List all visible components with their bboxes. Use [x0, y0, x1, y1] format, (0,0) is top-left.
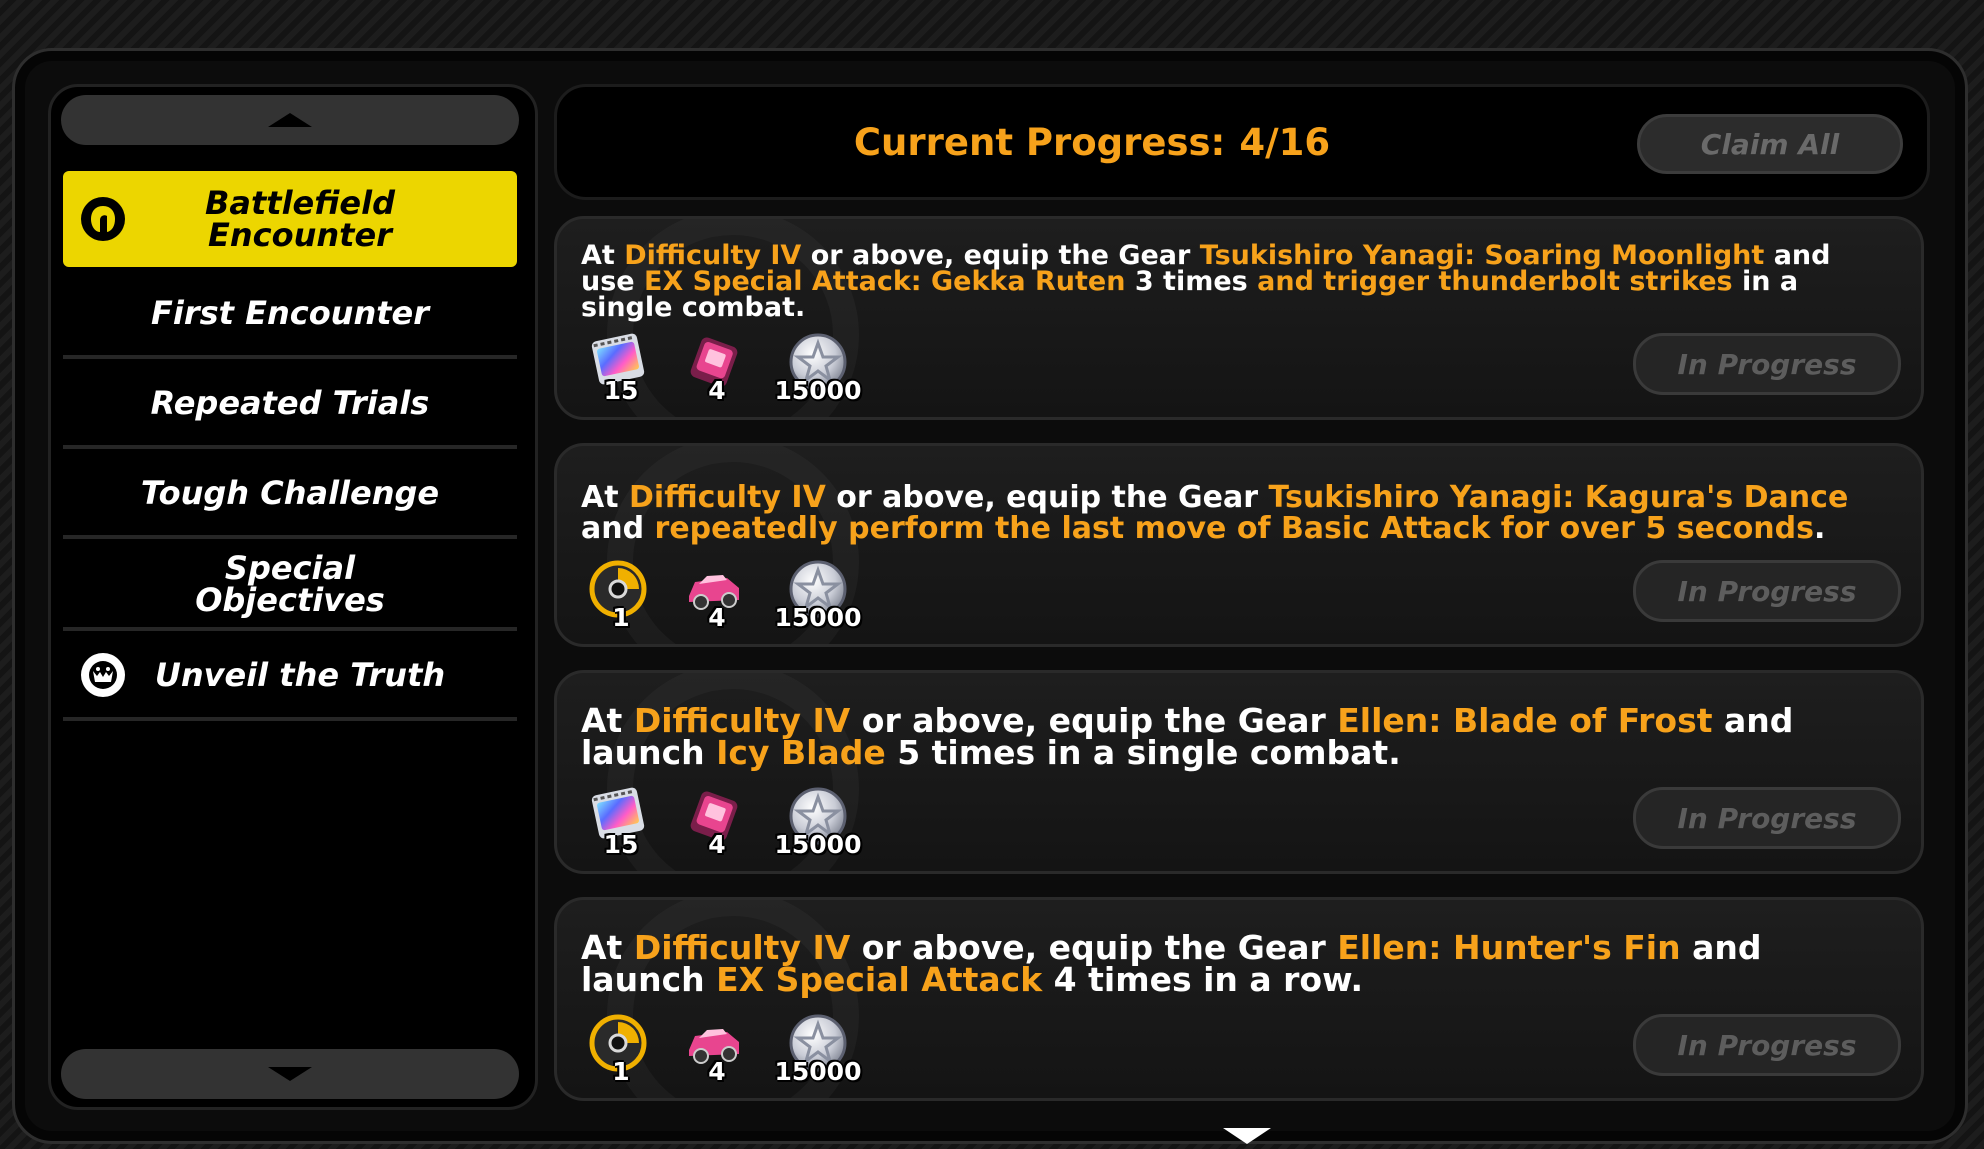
- sidebar-item-label: Battlefield Encounter: [204, 184, 395, 254]
- sidebar-item-label: Repeated Trials: [150, 384, 430, 422]
- sidebar-item-label: Unveil the Truth: [154, 656, 446, 694]
- reward-list: 15 4 15000: [581, 331, 901, 405]
- sidebar-item-label: Special Objectives: [195, 549, 385, 619]
- sidebar-item-repeated-trials[interactable]: Repeated Trials: [63, 361, 517, 449]
- reward-list: 1 4 15000: [581, 558, 901, 632]
- scroll-down-button[interactable]: [61, 1049, 519, 1099]
- mission-description: At Difficulty IV or above, equip the Gea…: [581, 242, 1881, 321]
- mission-card: At Difficulty IV or above, equip the Gea…: [554, 443, 1924, 647]
- reward-item[interactable]: 1: [581, 558, 661, 632]
- reward-item[interactable]: 4: [677, 558, 757, 632]
- description-text: 5 times in a single combat.: [885, 733, 1401, 772]
- reward-list: 15 4 15000: [581, 785, 901, 859]
- description-text: .: [1814, 511, 1826, 546]
- monster-face-icon: [81, 653, 125, 697]
- reward-quantity: 15000: [774, 376, 862, 405]
- mission-card: At Difficulty IV or above, equip the Gea…: [554, 216, 1924, 420]
- claim-all-button[interactable]: Claim All: [1637, 114, 1903, 174]
- reward-item[interactable]: 15: [581, 331, 661, 405]
- reward-item[interactable]: 4: [677, 331, 757, 405]
- sidebar-item-tough-challenge[interactable]: Tough Challenge: [63, 451, 517, 539]
- reward-list: 1 4 15000: [581, 1012, 901, 1086]
- description-text: 4 times in a row.: [1042, 960, 1364, 999]
- highlight-text: EX Special Attack: [716, 960, 1043, 999]
- reward-item[interactable]: 15000: [773, 1012, 863, 1086]
- highlight-text: repeatedly perform the last move of Basi…: [654, 511, 1814, 546]
- reward-quantity: 15: [603, 376, 639, 405]
- progress-label: Current Progress:: [853, 120, 1226, 164]
- reward-quantity: 4: [708, 1057, 726, 1086]
- mission-description: At Difficulty IV or above, equip the Gea…: [581, 704, 1881, 772]
- reward-quantity: 4: [708, 830, 726, 859]
- progress-value: 4/16: [1239, 120, 1331, 164]
- description-text: At: [581, 480, 630, 515]
- description-text: or above, equip the Gear: [825, 480, 1269, 515]
- status-button[interactable]: In Progress: [1633, 560, 1901, 622]
- mission-card: At Difficulty IV or above, equip the Gea…: [554, 897, 1924, 1101]
- chevron-down-icon: [268, 1067, 312, 1081]
- reward-item[interactable]: 4: [677, 1012, 757, 1086]
- reward-quantity: 15000: [774, 603, 862, 632]
- progress-summary: Current Progress: 4/16: [557, 87, 1627, 197]
- category-sidebar: Battlefield Encounter First Encounter Re…: [48, 84, 538, 1110]
- reward-quantity: 4: [708, 376, 726, 405]
- sidebar-item-label: First Encounter: [150, 294, 430, 332]
- status-button[interactable]: In Progress: [1633, 1014, 1901, 1076]
- highlight-text: Difficulty IV: [629, 480, 826, 515]
- sidebar-item-first-encounter[interactable]: First Encounter: [63, 271, 517, 359]
- status-button[interactable]: In Progress: [1633, 787, 1901, 849]
- highlight-text: and trigger thunderbolt strikes: [1257, 266, 1733, 297]
- reward-quantity: 15000: [774, 830, 862, 859]
- reward-quantity: 1: [612, 603, 630, 632]
- reward-quantity: 15000: [774, 1057, 862, 1086]
- sidebar-item-label: Tough Challenge: [140, 474, 440, 512]
- progress-header: Current Progress: 4/16 Claim All: [554, 84, 1930, 200]
- reward-quantity: 15: [603, 830, 639, 859]
- scroll-up-button[interactable]: [61, 95, 519, 145]
- more-below-arrow-icon[interactable]: [1223, 1128, 1271, 1144]
- reward-quantity: 4: [708, 603, 726, 632]
- status-button[interactable]: In Progress: [1633, 333, 1901, 395]
- reward-item[interactable]: 1: [581, 1012, 661, 1086]
- reward-quantity: 1: [612, 1057, 630, 1086]
- helmet-icon: [81, 197, 125, 241]
- reward-item[interactable]: 15000: [773, 785, 863, 859]
- highlight-text: Ellen: Hunter's Fin: [1337, 928, 1681, 967]
- description-text: and: [581, 511, 655, 546]
- sidebar-item-battlefield-encounter[interactable]: Battlefield Encounter: [63, 171, 517, 267]
- sidebar-item-special-objectives[interactable]: Special Objectives: [63, 541, 517, 631]
- reward-item[interactable]: 15000: [773, 331, 863, 405]
- reward-item[interactable]: 15000: [773, 558, 863, 632]
- reward-item[interactable]: 15: [581, 785, 661, 859]
- sidebar-item-unveil-the-truth[interactable]: Unveil the Truth: [63, 633, 517, 721]
- chevron-up-icon: [268, 113, 312, 127]
- description-text: 3 times: [1125, 266, 1258, 297]
- highlight-text: Tsukishiro Yanagi: Kagura's Dance: [1268, 480, 1849, 515]
- highlight-text: Icy Blade: [716, 733, 886, 772]
- reward-item[interactable]: 4: [677, 785, 757, 859]
- mission-description: At Difficulty IV or above, equip the Gea…: [581, 482, 1881, 544]
- mission-card: At Difficulty IV or above, equip the Gea…: [554, 670, 1924, 874]
- mission-description: At Difficulty IV or above, equip the Gea…: [581, 931, 1881, 999]
